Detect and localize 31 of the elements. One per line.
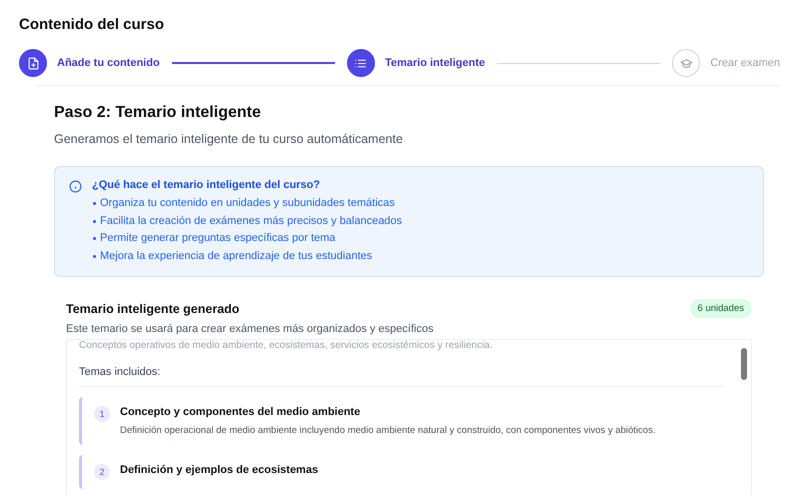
info-bullet: Mejora la experiencia de aprendizaje de tus estudiantes [100,248,372,264]
info-bullet: Facilita la creación de exámenes más precisos y balanceados [100,214,402,228]
topic-number: 2 [94,464,110,480]
step-circle[interactable] [19,49,47,77]
bullet-icon [93,202,96,206]
file-plus-icon [26,56,40,70]
units-badge: 6 unidades [690,299,752,318]
page-title: Contenido del curso [19,16,166,33]
scrollbar-thumb[interactable] [741,348,747,380]
step-subtitle: Generamos el temario inteligente de tu curso automáticamente [54,132,404,146]
bullet-icon [93,237,96,240]
bullet-icon [93,254,96,258]
info-title: ¿Qué hace el temario inteligente del curso? [92,179,322,191]
info-bullet: Permite generar preguntas específicas por tema [100,231,336,246]
step-circle[interactable] [346,49,375,77]
step-label[interactable]: Temario inteligente [384,57,486,69]
step-label[interactable]: Añade tu contenido [57,57,160,69]
topics-label: Temas incluidos: [79,352,725,387]
syllabus-title: Temario inteligente generado [66,302,240,316]
info-bullet: Organiza tu contenido en unidades y subunidades temáticas [100,196,395,211]
topic-description: Definición operacional de medio ambiente incluyendo medio ambiente natural y construido, con componentes vivos y abióticos. [120,425,656,436]
list-icon [354,56,368,70]
graduation-cap-icon [680,56,693,70]
bullet-icon [93,220,96,223]
topic-number: 1 [94,406,110,422]
syllabus-summary: Conceptos operativos de medio ambiente, ecosistemas, servicios ecosistémicos y resiliencia. [79,340,494,352]
syllabus-subtitle: Este temario se usará para crear exámenes más organizados y específicos [66,323,434,335]
info-icon [69,180,82,193]
topic-title: Definición y ejemplos de ecosistemas [120,464,318,476]
step-heading: Paso 2: Temario inteligente [54,104,262,122]
topic-title: Concepto y componentes del medio ambiente [120,406,362,418]
